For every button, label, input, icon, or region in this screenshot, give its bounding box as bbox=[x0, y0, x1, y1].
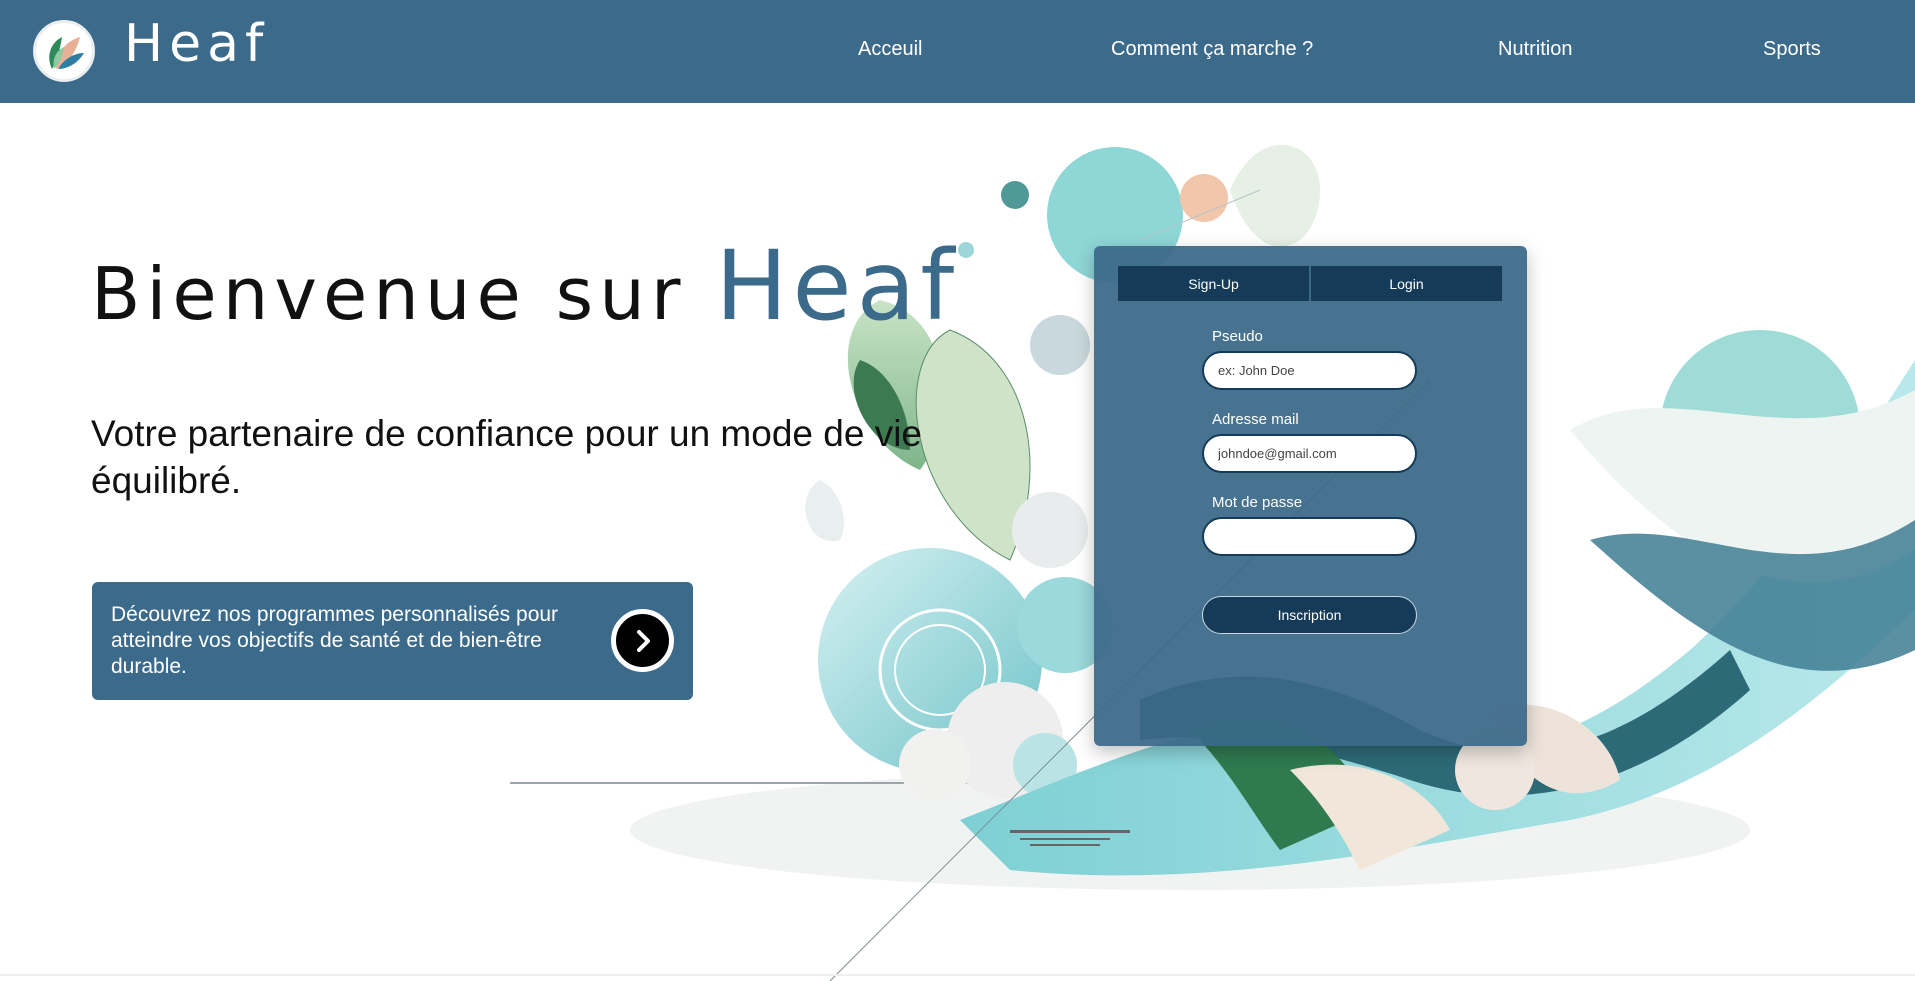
cta-text: Découvrez nos programmes personnalisés p… bbox=[111, 603, 559, 678]
email-field[interactable] bbox=[1202, 434, 1417, 473]
nav-comment-ca-marche[interactable]: Comment ça marche ? bbox=[1111, 38, 1313, 61]
programs-cta[interactable]: Découvrez nos programmes personnalisés p… bbox=[92, 582, 693, 700]
chevron-right-icon bbox=[636, 629, 650, 652]
hero-title-prefix: Bienvenue sur bbox=[91, 252, 716, 336]
cta-arrow-button[interactable] bbox=[611, 609, 674, 672]
page-divider bbox=[0, 974, 1915, 976]
inscription-button[interactable]: Inscription bbox=[1202, 596, 1417, 634]
nav-nutrition[interactable]: Nutrition bbox=[1498, 38, 1572, 61]
auth-tabs: Sign-Up Login bbox=[1118, 266, 1502, 301]
brand-name[interactable]: Heaf bbox=[124, 14, 269, 74]
password-field[interactable] bbox=[1202, 517, 1417, 556]
signup-panel: Sign-Up Login Pseudo Adresse mail Mot de… bbox=[1094, 246, 1527, 746]
hero-title-brand: Heaf bbox=[715, 230, 960, 342]
pseudo-field[interactable] bbox=[1202, 351, 1417, 390]
nav-sports[interactable]: Sports bbox=[1763, 38, 1821, 61]
leaf-logo-icon bbox=[49, 37, 84, 69]
password-label: Mot de passe bbox=[1212, 494, 1303, 511]
pseudo-label: Pseudo bbox=[1212, 328, 1263, 345]
heaf-logo[interactable] bbox=[33, 20, 95, 82]
hero-subtitle: Votre partenaire de confiance pour un mo… bbox=[91, 413, 923, 501]
tab-login[interactable]: Login bbox=[1309, 266, 1502, 301]
hero-title: Bienvenue sur Heaf bbox=[91, 230, 959, 342]
top-navbar: Heaf Acceuil Comment ça marche ? Nutriti… bbox=[0, 0, 1915, 103]
tab-sign-up[interactable]: Sign-Up bbox=[1118, 266, 1309, 301]
nav-acceuil[interactable]: Acceuil bbox=[858, 38, 922, 61]
email-label: Adresse mail bbox=[1212, 411, 1299, 428]
